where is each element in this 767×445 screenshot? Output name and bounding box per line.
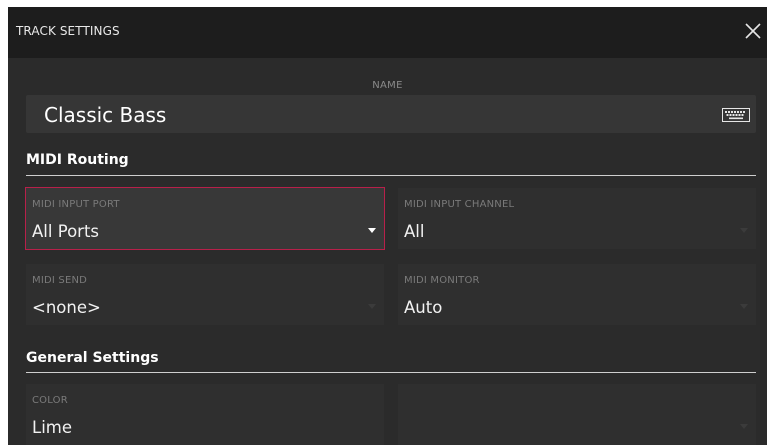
midi-input-channel-select[interactable]: MIDI INPUT CHANNEL All [398,188,756,249]
track-name-field[interactable]: Classic Bass [26,95,756,133]
close-button[interactable] [741,19,765,43]
section-divider [26,175,756,176]
field-value: <none> [32,298,101,317]
field-value: All Ports [32,222,100,241]
color-row-extension [398,384,756,445]
chevron-down-icon [368,304,376,309]
field-label: COLOR [32,395,68,406]
field-value: Auto [404,298,443,317]
track-name-value: Classic Bass [44,103,167,127]
field-label: MIDI MONITOR [404,275,480,286]
section-title-general-settings: General Settings [26,350,159,366]
chevron-down-icon [740,424,748,429]
field-label: MIDI INPUT PORT [32,199,120,210]
chevron-down-icon [740,304,748,309]
close-icon [745,23,761,39]
midi-send-select[interactable]: MIDI SEND <none> [26,264,384,325]
field-value: Lime [32,418,73,437]
chevron-down-icon [368,228,376,233]
dialog-title: TRACK SETTINGS [16,24,120,38]
chevron-down-icon [740,228,748,233]
section-title-midi-routing: MIDI Routing [26,152,129,168]
midi-monitor-select[interactable]: MIDI MONITOR Auto [398,264,756,325]
name-label: NAME [372,80,403,91]
track-settings-dialog: TRACK SETTINGS NAME Classic Bass MIDI Ro… [8,7,767,445]
field-value: All [404,222,425,241]
midi-input-port-select[interactable]: MIDI INPUT PORT All Ports [25,187,385,250]
field-label: MIDI INPUT CHANNEL [404,199,515,210]
title-bar: TRACK SETTINGS [8,7,767,58]
field-label: MIDI SEND [32,275,88,286]
keyboard-icon[interactable] [722,107,750,122]
color-select[interactable]: COLOR Lime [26,384,384,445]
section-divider [26,372,756,373]
